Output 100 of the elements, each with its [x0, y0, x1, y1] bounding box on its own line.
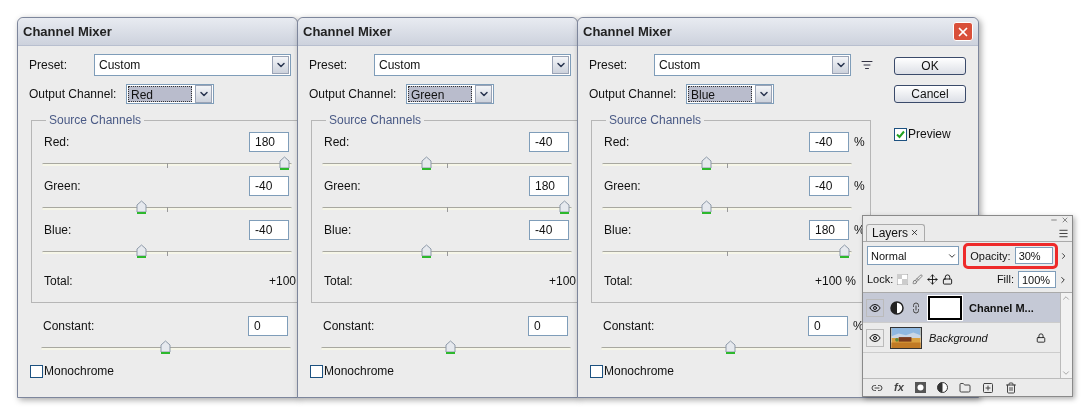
- layer-row[interactable]: Channel M...: [863, 293, 1060, 324]
- lock-label: Lock:: [867, 272, 894, 288]
- value-field[interactable]: -40: [529, 220, 569, 240]
- slider-thumb[interactable]: [136, 200, 147, 215]
- channel-label: Red:: [603, 134, 631, 151]
- slider-thumb[interactable]: [136, 244, 147, 259]
- visibility-toggle[interactable]: [866, 328, 884, 347]
- value-field[interactable]: 180: [249, 132, 289, 152]
- output-channel-label: Output Channel:: [589, 86, 678, 103]
- output-channel-dropdown[interactable]: Blue: [686, 84, 774, 104]
- value-field[interactable]: 0: [808, 316, 848, 336]
- close-button[interactable]: [953, 22, 973, 41]
- channel-label: Green:: [603, 178, 642, 195]
- monochrome-checkbox[interactable]: [310, 364, 323, 378]
- channel-label: Red:: [323, 134, 351, 151]
- preset-options-icon[interactable]: [861, 59, 873, 71]
- monochrome-checkbox[interactable]: [590, 364, 603, 378]
- total-label: Total:: [44, 273, 73, 290]
- slider-thumb[interactable]: [160, 340, 171, 355]
- dialog-button[interactable]: Cancel: [894, 85, 966, 103]
- window-title: Channel Mixer: [583, 22, 672, 41]
- preset-label: Preset:: [589, 57, 628, 74]
- value-field[interactable]: 180: [529, 176, 569, 196]
- slider-thumb[interactable]: [701, 156, 712, 171]
- move-icon[interactable]: [927, 274, 939, 286]
- value-field[interactable]: -40: [529, 132, 569, 152]
- slider-thumb[interactable]: [701, 200, 712, 215]
- preview-checkbox[interactable]: [894, 127, 907, 141]
- channel-label: Blue:: [43, 222, 73, 239]
- fill-field[interactable]: 100%: [1018, 271, 1056, 289]
- channel-label: Constant:: [602, 318, 656, 335]
- value-field[interactable]: -40: [809, 132, 849, 152]
- adjustment-layer-icon: [890, 300, 904, 315]
- slider-thumb[interactable]: [421, 156, 432, 171]
- channel-label: Blue:: [323, 222, 353, 239]
- output-channel-label: Output Channel:: [309, 86, 398, 103]
- value-field[interactable]: -40: [249, 176, 289, 196]
- monochrome-checkbox[interactable]: [30, 364, 43, 378]
- slider-thumb[interactable]: [838, 244, 850, 259]
- value-field[interactable]: 0: [528, 316, 568, 336]
- layer-name: Background: [929, 330, 989, 346]
- slider-thumb[interactable]: [445, 340, 456, 355]
- group-title: Source Channels: [328, 112, 423, 129]
- percent-unit: %: [854, 178, 865, 195]
- lock-icon[interactable]: [942, 274, 954, 286]
- close-tab-icon[interactable]: [910, 228, 920, 238]
- slider-thumb[interactable]: [725, 340, 736, 355]
- effects-button[interactable]: fx: [894, 379, 904, 396]
- value-field[interactable]: -40: [249, 220, 289, 240]
- dialog-button[interactable]: OK: [894, 57, 966, 75]
- output-channel-dropdown[interactable]: Green: [406, 84, 494, 104]
- monochrome-label: Monochrome: [604, 363, 675, 380]
- slider-thumb[interactable]: [558, 200, 570, 215]
- channel-label: Green:: [43, 178, 82, 195]
- slider-thumb[interactable]: [278, 156, 290, 171]
- eye-icon: [869, 331, 881, 344]
- fill-label: Fill:: [996, 272, 1014, 288]
- channel-label: Red:: [43, 134, 71, 151]
- trash-icon[interactable]: [1004, 381, 1017, 394]
- total-label: Total:: [604, 273, 633, 290]
- layer-name: Channel M...: [969, 300, 1035, 316]
- total-value: +100: [268, 273, 296, 290]
- adjustment-icon[interactable]: [936, 382, 948, 394]
- window-title: Channel Mixer: [23, 22, 112, 41]
- total-value: +100 %: [814, 273, 856, 290]
- preview-label: Preview: [908, 126, 951, 143]
- opacity-field[interactable]: 30%: [1014, 247, 1053, 265]
- slider-thumb[interactable]: [421, 244, 432, 259]
- channel-label: Green:: [323, 178, 362, 195]
- eye-icon: [869, 301, 881, 314]
- channel-label: Blue:: [603, 222, 633, 239]
- visibility-toggle[interactable]: [866, 298, 884, 317]
- opacity-label: Opacity:: [970, 248, 1011, 264]
- window-title: Channel Mixer: [303, 22, 392, 41]
- output-channel-dropdown[interactable]: Red: [126, 84, 214, 104]
- value-field[interactable]: 0: [248, 316, 288, 336]
- group-title: Source Channels: [48, 112, 143, 129]
- layers-tab[interactable]: Layers: [866, 223, 926, 241]
- close-icon[interactable]: [1061, 216, 1069, 225]
- preset-dropdown[interactable]: Custom: [374, 54, 571, 76]
- link-icon: [910, 301, 922, 314]
- monochrome-label: Monochrome: [44, 363, 115, 380]
- mask-thumbnail: [928, 295, 962, 320]
- total-label: Total:: [324, 273, 353, 290]
- preset-dropdown[interactable]: Custom: [654, 54, 851, 76]
- preset-label: Preset:: [29, 57, 68, 74]
- output-channel-label: Output Channel:: [29, 86, 118, 103]
- value-field[interactable]: -40: [809, 176, 849, 196]
- folder-icon[interactable]: [958, 381, 971, 394]
- preset-dropdown[interactable]: Custom: [94, 54, 291, 76]
- preset-label: Preset:: [309, 57, 348, 74]
- value-field[interactable]: 180: [809, 220, 849, 240]
- new-layer-icon[interactable]: [981, 381, 994, 394]
- channel-label: Constant:: [322, 318, 376, 335]
- percent-unit: %: [854, 134, 865, 151]
- blend-mode-dropdown[interactable]: Normal: [867, 246, 960, 266]
- layer-row[interactable]: Background: [863, 323, 1060, 354]
- panel-menu-icon[interactable]: [1058, 227, 1069, 239]
- channel-label: Constant:: [42, 318, 96, 335]
- mask-icon[interactable]: [914, 382, 926, 394]
